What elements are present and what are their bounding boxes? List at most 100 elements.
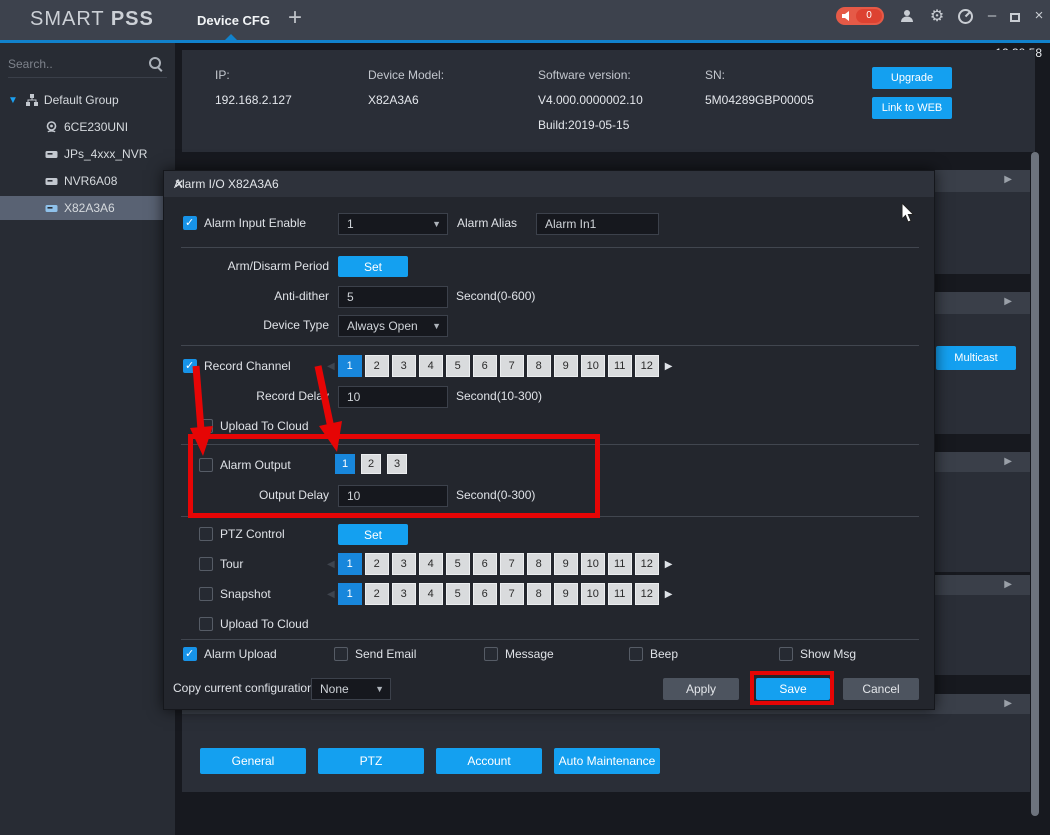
search-icon[interactable] — [148, 56, 164, 72]
channel-button-1[interactable]: 1 — [335, 454, 355, 474]
multicast-button[interactable]: Multicast — [936, 346, 1016, 370]
output-delay-input[interactable] — [338, 485, 448, 507]
channels-next-icon[interactable]: ▶ — [665, 361, 673, 372]
channel-button-5[interactable]: 5 — [446, 553, 470, 575]
copy-config-select[interactable]: None ▼ — [311, 678, 391, 700]
channel-button-11[interactable]: 11 — [608, 355, 632, 377]
channels-next-icon[interactable]: ▶ — [665, 589, 673, 600]
channel-button-2[interactable]: 2 — [365, 553, 389, 575]
channel-button-3[interactable]: 3 — [392, 355, 416, 377]
snapshot-checkbox[interactable] — [199, 587, 213, 601]
anti-dither-input[interactable] — [338, 286, 448, 308]
dialog-close-icon[interactable]: ✕ — [174, 177, 924, 191]
channels-next-icon[interactable]: ▶ — [665, 559, 673, 570]
sidebar-device-6CE230UNI[interactable]: 6CE230UNI — [0, 115, 175, 139]
tab-device-cfg[interactable]: Device CFG — [197, 13, 270, 28]
channel-button-9[interactable]: 9 — [554, 355, 578, 377]
channels-prev-icon[interactable]: ◀ — [327, 361, 335, 372]
channel-button-4[interactable]: 4 — [419, 583, 443, 605]
general-button[interactable]: General — [200, 748, 306, 774]
expand-icon[interactable]: ▶ — [1004, 456, 1012, 467]
channel-button-1[interactable]: 1 — [338, 583, 362, 605]
auto-maintenance-button[interactable]: Auto Maintenance — [554, 748, 660, 774]
channel-button-6[interactable]: 6 — [473, 553, 497, 575]
channel-button-5[interactable]: 5 — [446, 583, 470, 605]
channel-button-7[interactable]: 7 — [500, 355, 524, 377]
sidebar-device-X82A3A6[interactable]: X82A3A6 — [0, 196, 175, 220]
arm-disarm-set-button[interactable]: Set — [338, 256, 408, 277]
channel-button-8[interactable]: 8 — [527, 553, 551, 575]
channel-button-6[interactable]: 6 — [473, 583, 497, 605]
ptz-set-button[interactable]: Set — [338, 524, 408, 545]
channel-button-3[interactable]: 3 — [387, 454, 407, 474]
channel-button-8[interactable]: 8 — [527, 583, 551, 605]
user-icon[interactable] — [898, 8, 916, 26]
save-button[interactable]: Save — [756, 678, 830, 700]
expand-icon[interactable]: ▶ — [1004, 296, 1012, 307]
gear-icon[interactable]: ⚙ — [928, 8, 946, 26]
channel-button-12[interactable]: 12 — [635, 583, 659, 605]
message-checkbox[interactable] — [484, 647, 498, 661]
upload-to-cloud-checkbox[interactable] — [199, 419, 213, 433]
alarm-output-checkbox[interactable] — [199, 458, 213, 472]
tree-collapse-icon[interactable]: ▼ — [8, 95, 18, 106]
record-channel-checkbox[interactable] — [183, 359, 197, 373]
channel-button-8[interactable]: 8 — [527, 355, 551, 377]
channel-button-2[interactable]: 2 — [365, 583, 389, 605]
alarm-upload-checkbox[interactable] — [183, 647, 197, 661]
device-type-select[interactable]: Always Open ▼ — [338, 315, 448, 337]
ptz-control-checkbox[interactable] — [199, 527, 213, 541]
channel-button-7[interactable]: 7 — [500, 553, 524, 575]
channel-button-1[interactable]: 1 — [338, 355, 362, 377]
channel-button-7[interactable]: 7 — [500, 583, 524, 605]
sidebar-device-NVR6A08[interactable]: NVR6A08 — [0, 169, 175, 193]
expand-icon[interactable]: ▶ — [1004, 698, 1012, 709]
upgrade-button[interactable]: Upgrade — [872, 67, 952, 89]
alarm-alias-input[interactable] — [536, 213, 659, 235]
channel-button-2[interactable]: 2 — [361, 454, 381, 474]
channels-prev-icon[interactable]: ◀ — [327, 559, 335, 570]
tour-checkbox[interactable] — [199, 557, 213, 571]
expand-icon[interactable]: ▶ — [1004, 579, 1012, 590]
maximize-button[interactable] — [1010, 13, 1020, 22]
expand-icon[interactable]: ▶ — [1004, 174, 1012, 185]
channel-button-3[interactable]: 3 — [392, 553, 416, 575]
channels-prev-icon[interactable]: ◀ — [327, 589, 335, 600]
upload-to-cloud2-checkbox[interactable] — [199, 617, 213, 631]
channel-button-4[interactable]: 4 — [419, 355, 443, 377]
channel-button-2[interactable]: 2 — [365, 355, 389, 377]
gauge-icon[interactable] — [956, 8, 974, 26]
send-email-checkbox[interactable] — [334, 647, 348, 661]
record-delay-input[interactable] — [338, 386, 448, 408]
cancel-button[interactable]: Cancel — [843, 678, 919, 700]
channel-button-9[interactable]: 9 — [554, 583, 578, 605]
channel-button-11[interactable]: 11 — [608, 553, 632, 575]
ptz-button[interactable]: PTZ — [318, 748, 424, 774]
channel-button-9[interactable]: 9 — [554, 553, 578, 575]
alarm-input-enable-checkbox[interactable] — [183, 216, 197, 230]
minimize-button[interactable]: – — [983, 6, 1001, 26]
channel-button-1[interactable]: 1 — [338, 553, 362, 575]
show-msg-checkbox[interactable] — [779, 647, 793, 661]
search-input[interactable] — [8, 52, 143, 76]
channel-button-3[interactable]: 3 — [392, 583, 416, 605]
channel-button-10[interactable]: 10 — [581, 553, 605, 575]
channel-button-12[interactable]: 12 — [635, 553, 659, 575]
vertical-scrollbar[interactable] — [1031, 152, 1039, 816]
channel-button-6[interactable]: 6 — [473, 355, 497, 377]
apply-button[interactable]: Apply — [663, 678, 739, 700]
channel-button-10[interactable]: 10 — [581, 355, 605, 377]
channel-button-10[interactable]: 10 — [581, 583, 605, 605]
channel-button-12[interactable]: 12 — [635, 355, 659, 377]
search-box[interactable] — [8, 52, 167, 78]
close-button[interactable]: × — [1030, 6, 1048, 26]
sidebar-group-default[interactable]: ▼ Default Group — [0, 88, 175, 112]
account-button[interactable]: Account — [436, 748, 542, 774]
sidebar-device-JPs_4xxx_NVR[interactable]: JPs_4xxx_NVR — [0, 142, 175, 166]
beep-checkbox[interactable] — [629, 647, 643, 661]
link-to-web-button[interactable]: Link to WEB — [872, 97, 952, 119]
channel-button-5[interactable]: 5 — [446, 355, 470, 377]
alarm-input-select[interactable]: 1 ▼ — [338, 213, 448, 235]
channel-button-11[interactable]: 11 — [608, 583, 632, 605]
alarm-sound-badge[interactable]: 0 — [836, 7, 884, 25]
